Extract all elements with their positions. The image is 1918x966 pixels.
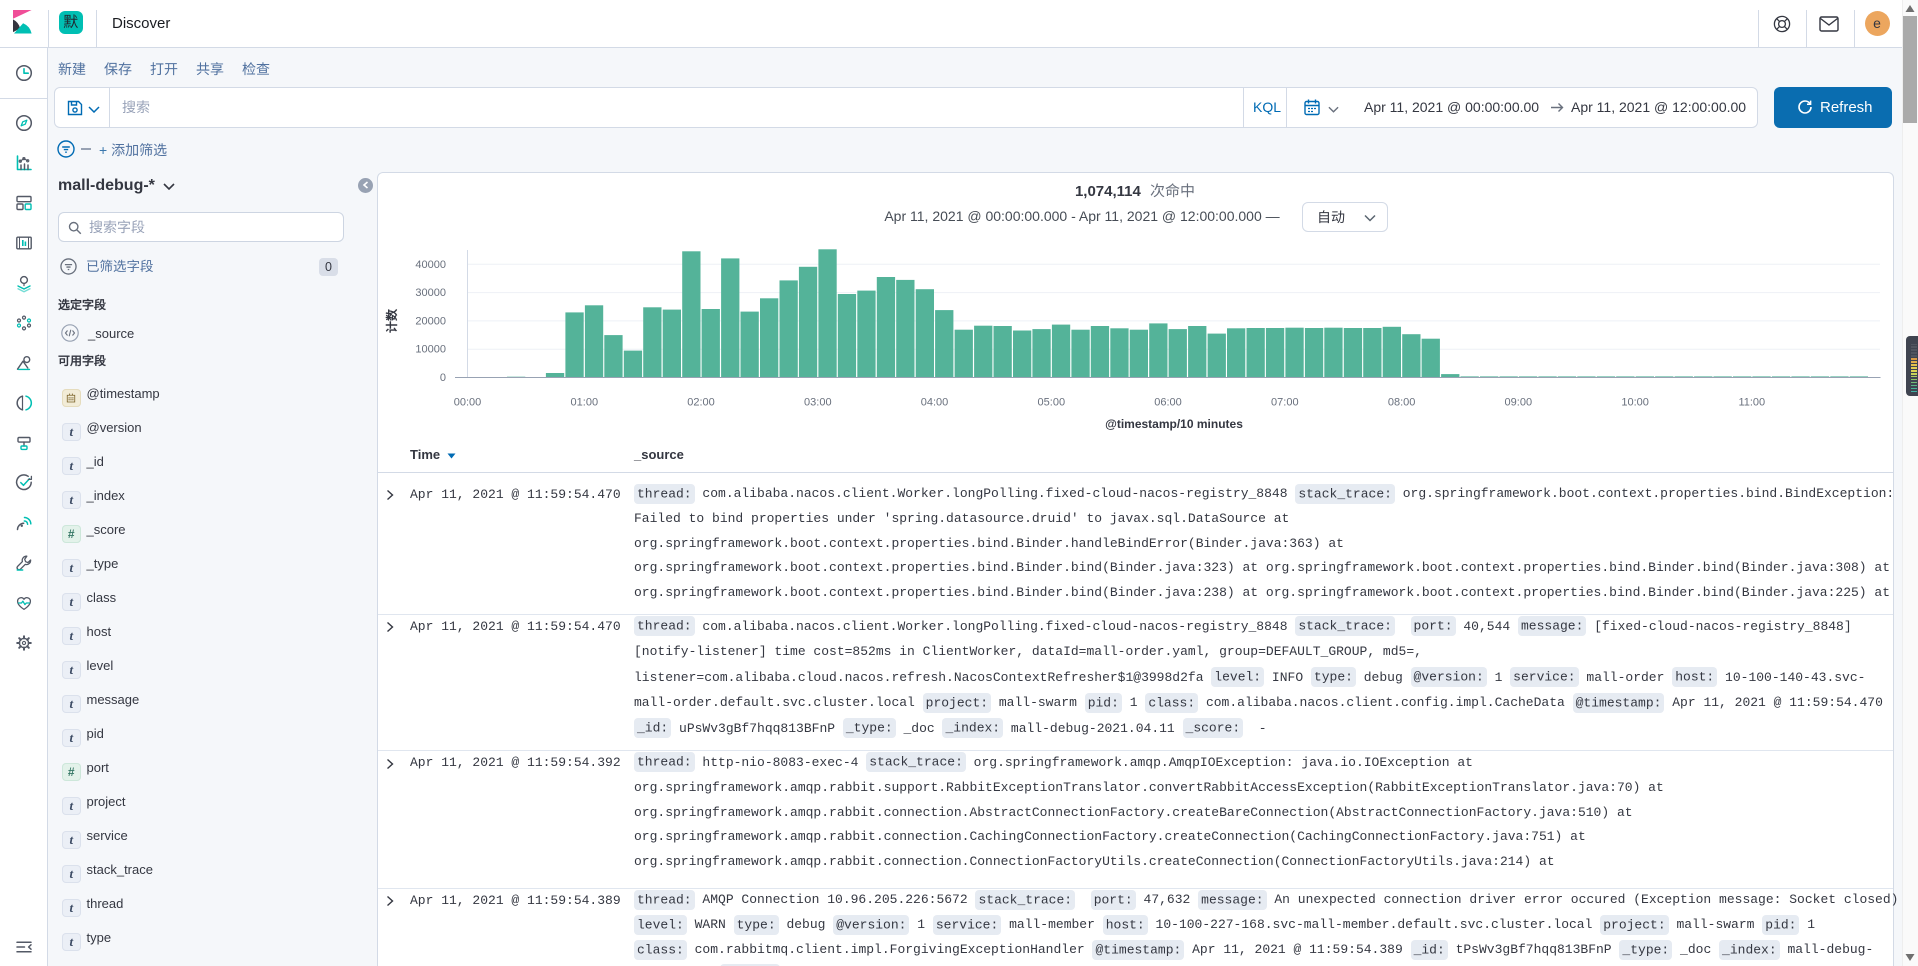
svg-text:02:00: 02:00 — [687, 397, 715, 409]
svg-text:04:00: 04:00 — [921, 397, 949, 409]
svg-text:03:00: 03:00 — [804, 397, 832, 409]
svg-text:40000: 40000 — [415, 259, 446, 271]
svg-text:11:00: 11:00 — [1738, 397, 1765, 409]
svg-text:06:00: 06:00 — [1154, 397, 1182, 409]
svg-text:10000: 10000 — [415, 344, 446, 356]
svg-text:20000: 20000 — [415, 315, 446, 327]
svg-text:05:00: 05:00 — [1038, 397, 1066, 409]
svg-text:0: 0 — [440, 372, 446, 384]
svg-text:08:00: 08:00 — [1388, 397, 1416, 409]
svg-text:00:00: 00:00 — [454, 397, 482, 409]
svg-text:09:00: 09:00 — [1505, 397, 1533, 409]
svg-text:07:00: 07:00 — [1271, 397, 1299, 409]
svg-text:30000: 30000 — [415, 287, 446, 299]
svg-text:10:00: 10:00 — [1621, 397, 1649, 409]
svg-text:计数: 计数 — [385, 308, 399, 333]
svg-text:01:00: 01:00 — [571, 397, 599, 409]
svg-text:@timestamp/10 minutes: @timestamp/10 minutes — [1105, 417, 1243, 431]
